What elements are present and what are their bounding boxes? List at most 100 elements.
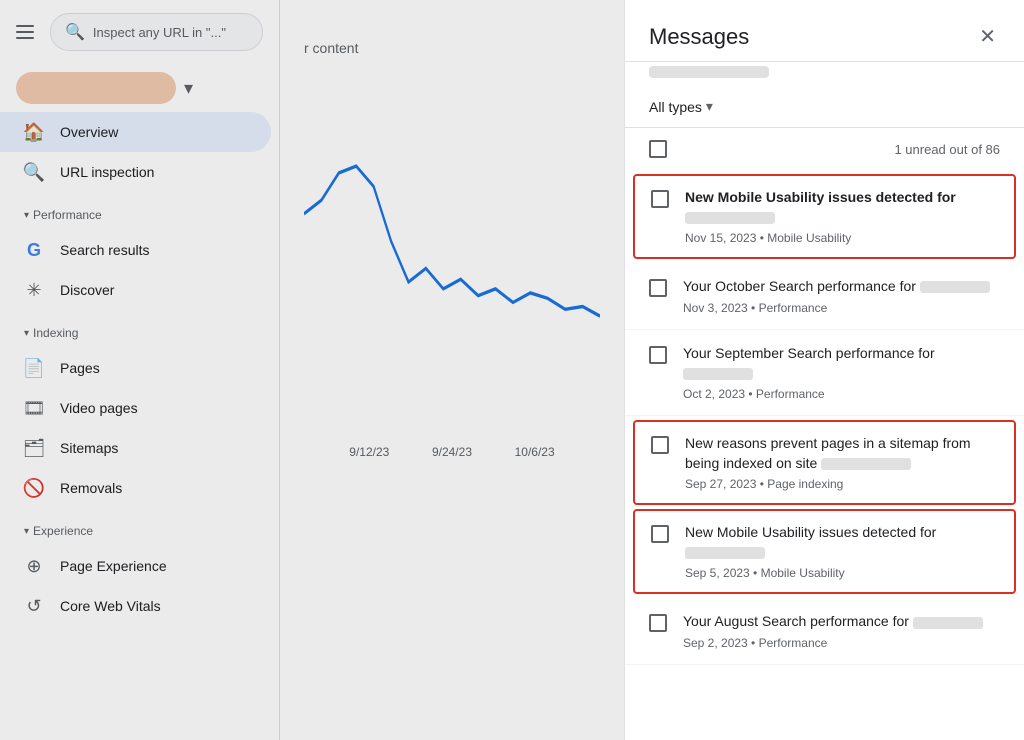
removals-icon: 🚫	[24, 478, 44, 498]
redacted-domain	[821, 458, 911, 470]
messages-panel: Messages ✕ All types ▾ 1 unread out of 8…	[624, 0, 1024, 740]
sidebar-item-discover-label: Discover	[60, 282, 114, 298]
sidebar-item-url-inspection-label: URL inspection	[60, 164, 154, 180]
message-checkbox[interactable]	[649, 614, 667, 632]
sidebar-item-removals[interactable]: 🚫 Removals	[0, 468, 271, 508]
message-meta: Sep 5, 2023 • Mobile Usability	[685, 566, 998, 580]
messages-subtitle-bar	[625, 62, 1024, 90]
x-label-2: 9/24/23	[432, 445, 472, 459]
message-item[interactable]: New reasons prevent pages in a sitemap f…	[633, 420, 1016, 505]
sidebar-item-core-web-vitals-label: Core Web Vitals	[60, 598, 161, 614]
message-title: Your August Search performance for	[683, 612, 1000, 632]
message-checkbox[interactable]	[649, 346, 667, 364]
experience-section-header[interactable]: ▾ Experience	[0, 512, 279, 542]
redacted-domain	[683, 368, 753, 380]
sidebar-item-removals-label: Removals	[60, 480, 122, 496]
redacted-domain	[685, 212, 775, 224]
chart-area: r content 9/12/23 9/24/23 10/6/23	[280, 0, 624, 740]
indexing-section-header[interactable]: ▾ Indexing	[0, 314, 279, 344]
performance-section-header[interactable]: ▾ Performance	[0, 196, 279, 226]
x-axis-labels: 9/12/23 9/24/23 10/6/23	[304, 437, 600, 467]
search-icon: 🔍	[65, 22, 85, 42]
message-meta: Nov 3, 2023 • Performance	[683, 301, 1000, 315]
message-item[interactable]: New Mobile Usability issues detected for…	[633, 509, 1016, 594]
pages-icon: 📄	[24, 358, 44, 378]
message-title: Your October Search performance for	[683, 277, 1000, 297]
message-meta: Sep 27, 2023 • Page indexing	[685, 477, 998, 491]
message-list: New Mobile Usability issues detected for…	[625, 170, 1024, 740]
sidebar-item-sitemaps[interactable]: 🗂 Sitemaps	[0, 428, 271, 468]
sitemaps-icon: 🗂	[24, 438, 44, 458]
close-button[interactable]: ✕	[975, 20, 1000, 53]
unread-bar: 1 unread out of 86	[625, 128, 1024, 170]
message-body: New Mobile Usability issues detected for…	[685, 523, 998, 580]
sidebar-item-overview[interactable]: 🏠 Overview	[0, 112, 271, 152]
x-label-3: 10/6/23	[515, 445, 555, 459]
message-meta: Oct 2, 2023 • Performance	[683, 387, 1000, 401]
message-body: New reasons prevent pages in a sitemap f…	[685, 434, 998, 491]
indexing-label: Indexing	[33, 326, 78, 340]
message-meta: Nov 15, 2023 • Mobile Usability	[685, 231, 998, 245]
video-pages-icon: 🎞	[24, 398, 44, 418]
subtitle-placeholder	[649, 66, 769, 78]
home-icon: 🏠	[24, 122, 44, 142]
experience-nav-section: ⊕ Page Experience ↺ Core Web Vitals	[0, 542, 279, 630]
search-bar[interactable]: 🔍 Inspect any URL in "..."	[50, 13, 263, 51]
hamburger-icon[interactable]	[16, 25, 34, 39]
page-experience-icon: ⊕	[24, 556, 44, 576]
select-all-checkbox[interactable]	[649, 140, 667, 158]
core-web-vitals-icon: ↺	[24, 596, 44, 616]
message-meta: Sep 2, 2023 • Performance	[683, 636, 1000, 650]
search-bar-text: Inspect any URL in "..."	[93, 25, 226, 40]
message-body: Your September Search performance for Oc…	[683, 344, 1000, 401]
filter-dropdown-icon[interactable]: ▾	[706, 98, 713, 115]
redacted-domain	[920, 281, 990, 293]
sidebar: 🔍 Inspect any URL in "..." ▾ 🏠 Overview …	[0, 0, 280, 740]
property-dropdown-arrow[interactable]: ▾	[184, 78, 193, 99]
message-checkbox[interactable]	[651, 436, 669, 454]
message-checkbox[interactable]	[651, 525, 669, 543]
main-content: r content 9/12/23 9/24/23 10/6/23	[280, 0, 624, 740]
discover-icon: ✳	[24, 280, 44, 300]
sidebar-item-page-experience[interactable]: ⊕ Page Experience	[0, 546, 271, 586]
nav-overview-section: 🏠 Overview 🔍 URL inspection	[0, 108, 279, 196]
message-item[interactable]: Your August Search performance for Sep 2…	[625, 598, 1024, 665]
sidebar-item-pages[interactable]: 📄 Pages	[0, 348, 271, 388]
property-selector[interactable]: ▾	[0, 64, 279, 108]
message-title: Your September Search performance for	[683, 344, 1000, 383]
redacted-domain	[913, 617, 983, 629]
filter-bar[interactable]: All types ▾	[625, 90, 1024, 128]
message-title: New Mobile Usability issues detected for	[685, 188, 998, 227]
property-pill	[16, 72, 176, 104]
sidebar-item-sitemaps-label: Sitemaps	[60, 440, 118, 456]
x-label-1: 9/12/23	[349, 445, 389, 459]
message-body: New Mobile Usability issues detected for…	[685, 188, 998, 245]
indexing-nav-section: 📄 Pages 🎞 Video pages 🗂 Sitemaps 🚫 Remov…	[0, 344, 279, 512]
sidebar-item-video-pages-label: Video pages	[60, 400, 138, 416]
message-item[interactable]: Your October Search performance for Nov …	[625, 263, 1024, 330]
sidebar-item-pages-label: Pages	[60, 360, 100, 376]
sidebar-item-video-pages[interactable]: 🎞 Video pages	[0, 388, 271, 428]
message-checkbox[interactable]	[651, 190, 669, 208]
experience-label: Experience	[33, 524, 93, 538]
unread-text: 1 unread out of 86	[894, 142, 1000, 157]
performance-label: Performance	[33, 208, 102, 222]
sidebar-item-overview-label: Overview	[60, 124, 118, 140]
message-checkbox[interactable]	[649, 279, 667, 297]
indexing-arrow-icon: ▾	[24, 328, 29, 339]
message-item[interactable]: New Mobile Usability issues detected for…	[633, 174, 1016, 259]
message-body: Your August Search performance for Sep 2…	[683, 612, 1000, 650]
messages-header: Messages ✕	[625, 0, 1024, 62]
sidebar-item-search-results-label: Search results	[60, 242, 149, 258]
sidebar-item-page-experience-label: Page Experience	[60, 558, 167, 574]
message-item[interactable]: Your September Search performance for Oc…	[625, 330, 1024, 416]
sidebar-item-search-results[interactable]: G Search results	[0, 230, 271, 270]
sidebar-item-discover[interactable]: ✳ Discover	[0, 270, 271, 310]
search-icon: 🔍	[24, 162, 44, 182]
sidebar-item-core-web-vitals[interactable]: ↺ Core Web Vitals	[0, 586, 271, 626]
messages-title: Messages	[649, 24, 749, 50]
message-title: New reasons prevent pages in a sitemap f…	[685, 434, 998, 473]
sidebar-item-url-inspection[interactable]: 🔍 URL inspection	[0, 152, 271, 192]
google-icon: G	[24, 240, 44, 260]
performance-nav-section: G Search results ✳ Discover	[0, 226, 279, 314]
